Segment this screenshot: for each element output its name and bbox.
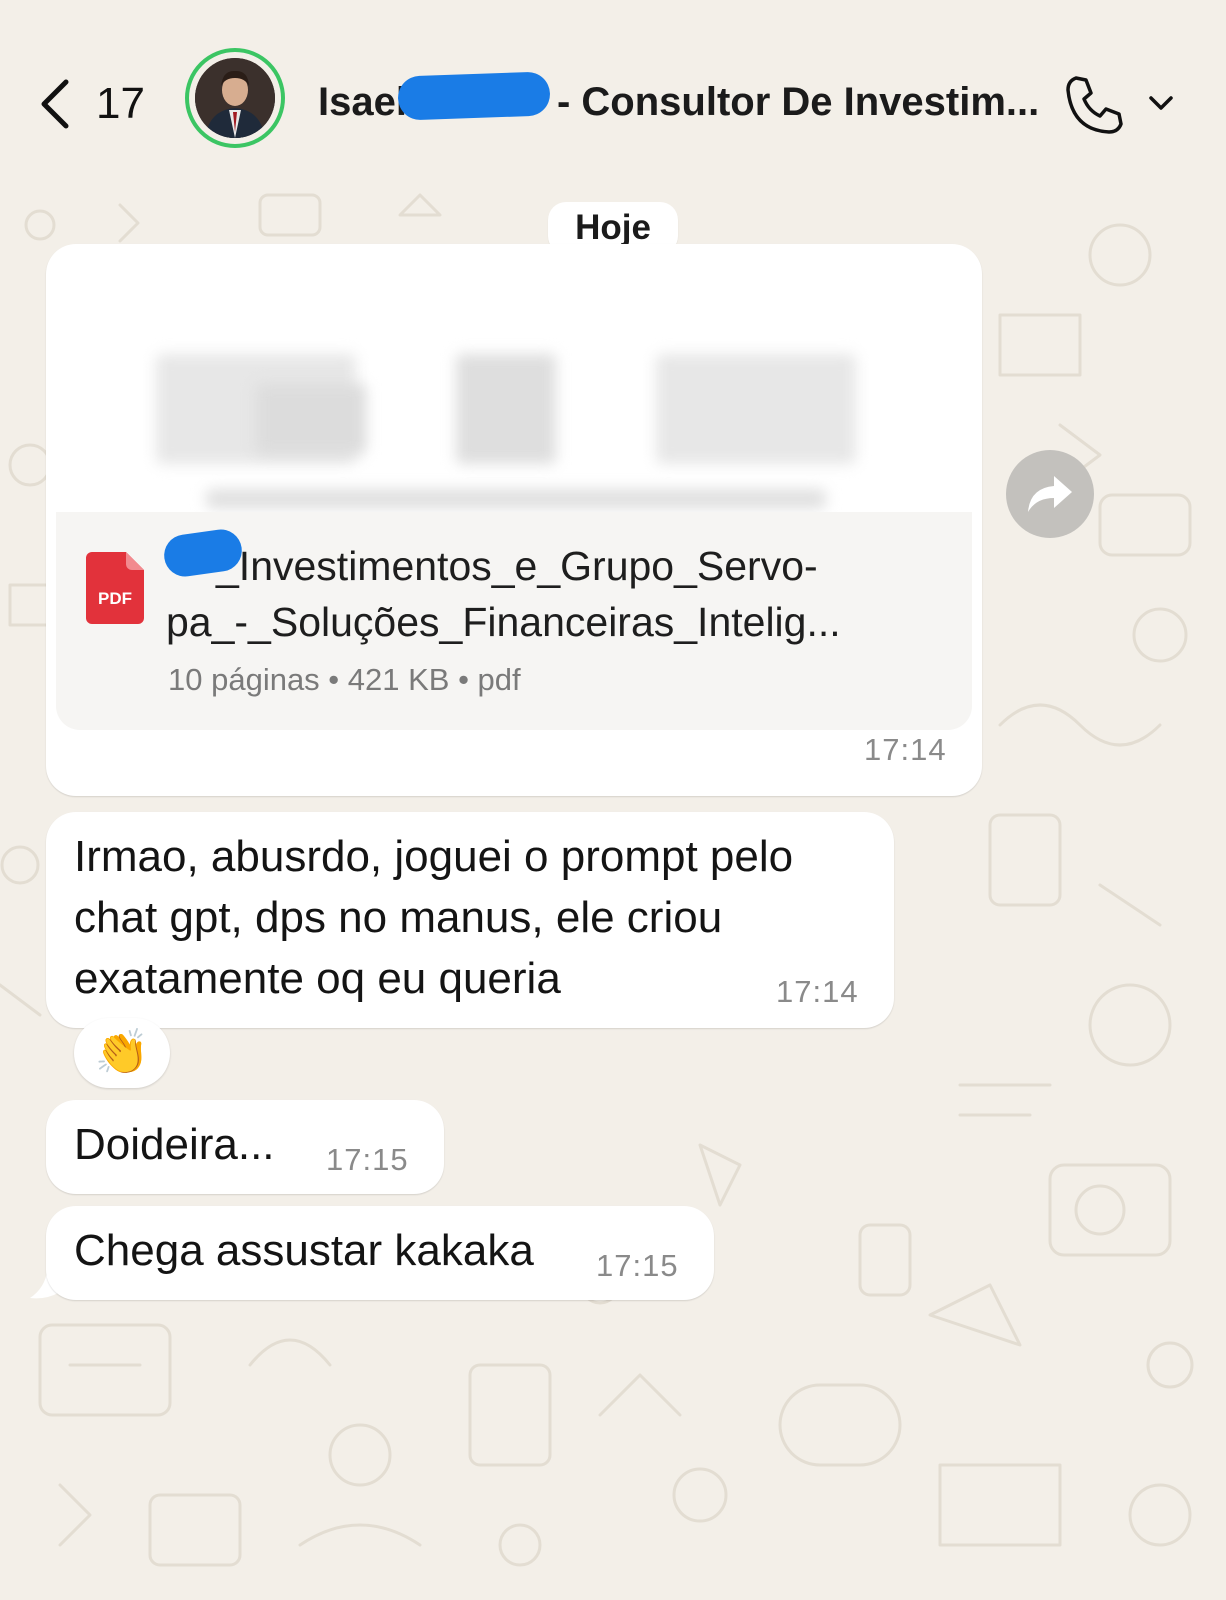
unread-count: 17 <box>96 79 145 128</box>
pdf-icon-label: PDF <box>98 589 132 608</box>
avatar-status-ring[interactable] <box>185 48 285 148</box>
chat-header: 17 Isael - Consultor De Investim... <box>0 0 1226 165</box>
chevron-left-icon <box>41 79 69 129</box>
message-line: Irmao, abusrdo, joguei o prompt pelo <box>74 832 794 881</box>
message-text: Doideira... <box>74 1120 275 1169</box>
file-name-line-2: pa_-_Soluções_Financeiras_Intelig... <box>166 599 841 645</box>
avatar-portrait <box>195 58 275 138</box>
preview-blur <box>656 354 856 464</box>
document-info[interactable]: PDF _Investimentos_e_Grupo_Servo- pa_-_S… <box>56 512 972 730</box>
back-button[interactable]: 17 <box>30 68 160 138</box>
redaction-mark <box>397 71 551 121</box>
document-file-name: _Investimentos_e_Grupo_Servo- pa_-_Soluç… <box>166 538 956 650</box>
text-message[interactable]: Irmao, abusrdo, joguei o prompt pelo cha… <box>46 812 894 1028</box>
call-button[interactable] <box>1062 72 1182 136</box>
document-message[interactable]: PDF _Investimentos_e_Grupo_Servo- pa_-_S… <box>46 244 982 796</box>
message-time: 17:15 <box>596 1248 679 1283</box>
preview-blur <box>256 384 366 454</box>
message-text: Chega assustar kakaka <box>74 1226 534 1275</box>
message-time: 17:14 <box>864 732 947 767</box>
message-reaction[interactable]: 👏 <box>74 1018 170 1088</box>
text-message[interactable]: Chega assustar kakaka 17:15 <box>46 1206 714 1300</box>
pdf-file-icon: PDF <box>86 552 144 624</box>
document-preview[interactable] <box>56 254 972 514</box>
message-time: 17:14 <box>776 974 859 1009</box>
message-line: exatamente oq eu queria <box>74 954 561 1003</box>
avatar[interactable] <box>195 58 275 138</box>
message-line: chat gpt, dps no manus, ele criou <box>74 893 723 942</box>
preview-blur <box>206 489 826 509</box>
message-text: Irmao, abusrdo, joguei o prompt pelo cha… <box>74 826 793 1009</box>
document-meta: 10 páginas • 421 KB • pdf <box>168 662 521 697</box>
text-message[interactable]: Doideira... 17:15 <box>46 1100 444 1194</box>
file-name-line-1: _Investimentos_e_Grupo_Servo- <box>216 543 818 589</box>
contact-name-first: Isael <box>318 80 407 124</box>
contact-name-title: - Consultor De Investim... <box>556 80 1040 124</box>
preview-blur <box>456 354 556 464</box>
forward-button[interactable] <box>1006 450 1094 538</box>
message-time: 17:15 <box>326 1142 409 1177</box>
forward-arrow-icon <box>1028 476 1072 512</box>
chevron-down-icon <box>1149 96 1173 110</box>
phone-icon <box>1066 76 1123 134</box>
